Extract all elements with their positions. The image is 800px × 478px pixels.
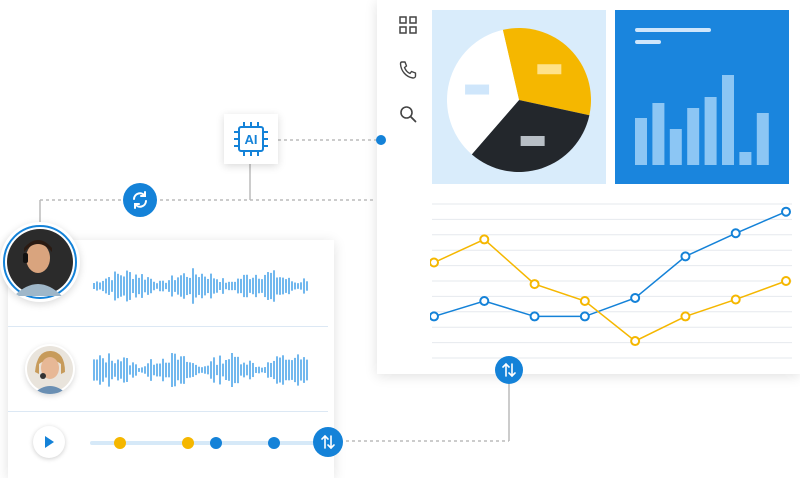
divider <box>8 326 328 327</box>
ai-chip-node: AI <box>224 114 278 164</box>
timeline-marker[interactable] <box>268 437 280 449</box>
ai-chip-icon: AI <box>234 122 268 156</box>
audio-timeline[interactable] <box>90 434 320 452</box>
customer-waveform <box>93 353 308 387</box>
timeline-marker[interactable] <box>182 437 194 449</box>
ai-chip-label: AI <box>245 132 258 147</box>
play-button[interactable] <box>33 426 65 458</box>
sort-toggle-button-player[interactable] <box>313 427 343 457</box>
sync-icon <box>133 191 147 209</box>
timeline-marker[interactable] <box>114 437 126 449</box>
customer-avatar <box>25 344 75 394</box>
sort-icon <box>321 434 335 450</box>
timeline-marker[interactable] <box>210 437 222 449</box>
agent-waveform <box>93 268 308 304</box>
sync-button[interactable] <box>123 183 157 217</box>
play-icon <box>45 436 54 448</box>
divider <box>8 411 328 412</box>
agent-avatar <box>0 222 80 302</box>
